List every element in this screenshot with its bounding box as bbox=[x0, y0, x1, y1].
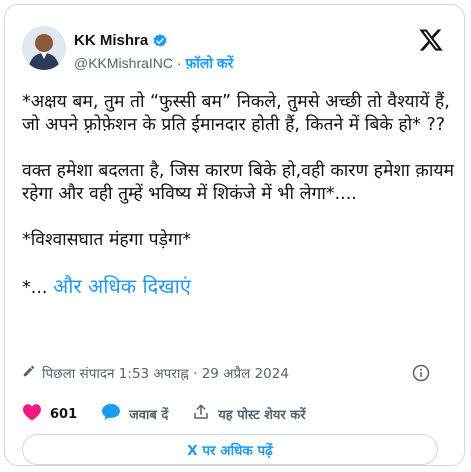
handle-separator: · bbox=[176, 55, 182, 71]
action-bar: 601 जवाब दें यह पोस्ट शेयर करें bbox=[22, 403, 330, 425]
avatar[interactable] bbox=[22, 26, 66, 70]
verified-badge-icon bbox=[152, 33, 168, 49]
edited-info[interactable]: पिछला संपादन 1:53 अपराह्न · 29 अप्रैल 20… bbox=[22, 364, 289, 382]
show-more-link[interactable]: और अधिक दिखाएं bbox=[53, 274, 191, 298]
follow-button[interactable]: फ़ॉलो करें bbox=[185, 55, 233, 71]
tweet-body: *अक्षय बम, तुम तो “फुस्सी बम” निकले, तुम… bbox=[22, 91, 454, 300]
author-name-row: KK Mishra bbox=[74, 32, 168, 49]
author-name[interactable]: KK Mishra bbox=[74, 32, 148, 49]
like-count: 601 bbox=[50, 406, 78, 422]
read-more-on-x-button[interactable]: X पर अधिक पढ़ें bbox=[22, 434, 438, 465]
tweet-trailing-text: *... bbox=[22, 278, 54, 298]
reply-icon bbox=[101, 403, 121, 425]
share-button[interactable]: यह पोस्ट शेयर करें bbox=[192, 403, 306, 425]
reply-label: जवाब दें bbox=[129, 408, 169, 423]
like-button[interactable]: 601 bbox=[22, 403, 77, 425]
read-more-label: X पर अधिक पढ़ें bbox=[187, 442, 273, 459]
tweet-card: KK Mishra @KKMishraINC · फ़ॉलो करें *अक्… bbox=[4, 4, 465, 466]
share-icon bbox=[192, 403, 210, 425]
x-logo-icon[interactable] bbox=[418, 27, 444, 53]
author-handle[interactable]: @KKMishraINC bbox=[74, 55, 173, 71]
pencil-icon bbox=[22, 364, 36, 382]
info-icon[interactable] bbox=[412, 364, 430, 382]
heart-icon bbox=[22, 403, 42, 425]
author-handle-row: @KKMishraINC · फ़ॉलो करें bbox=[74, 54, 233, 73]
reply-button[interactable]: जवाब दें bbox=[101, 403, 168, 425]
tweet-text: *अक्षय बम, तुम तो “फुस्सी बम” निकले, तुम… bbox=[22, 92, 455, 250]
edited-label: पिछला संपादन 1:53 अपराह्न · 29 अप्रैल 20… bbox=[42, 366, 289, 382]
share-label: यह पोस्ट शेयर करें bbox=[218, 408, 306, 423]
